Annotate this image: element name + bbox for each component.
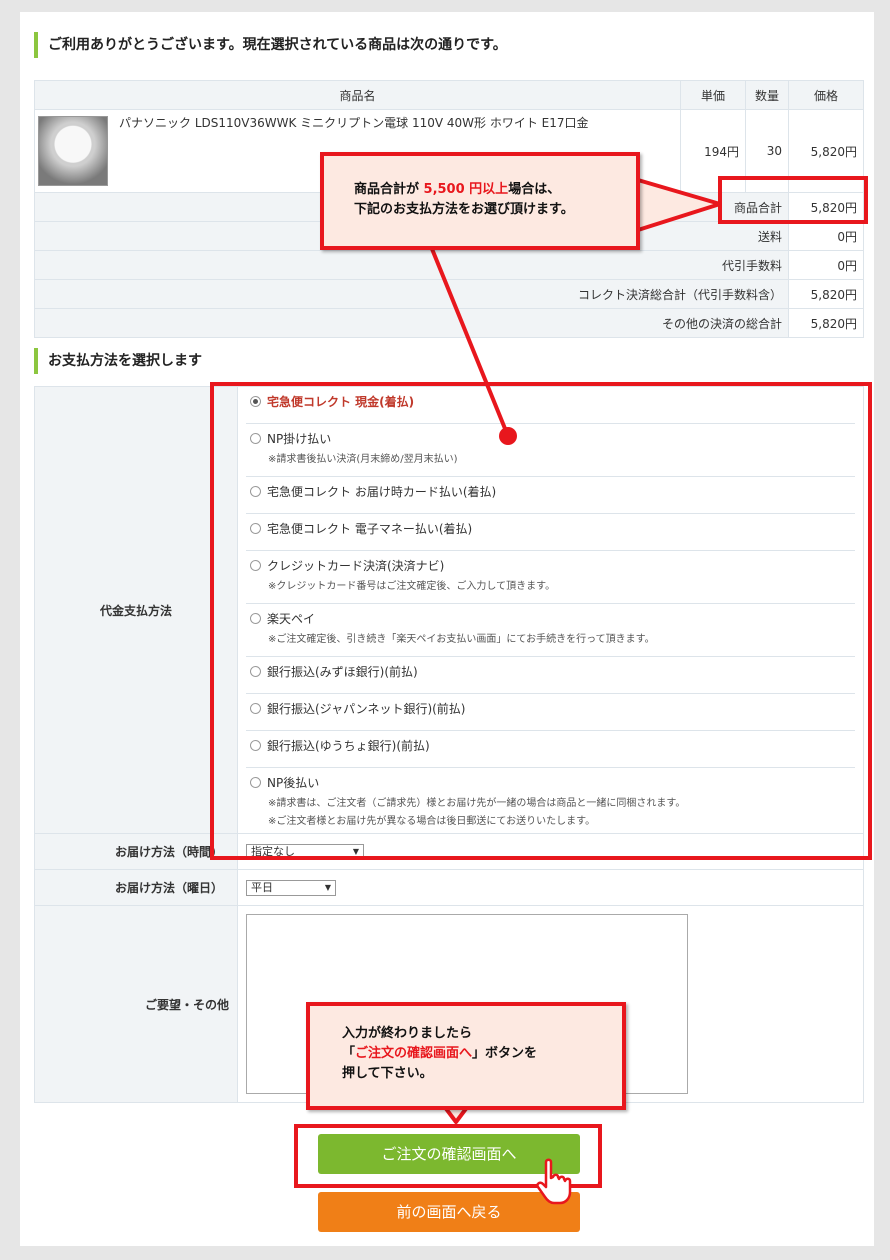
- subtotal-callout: 商品合計が 5,500 円以上場合は、 下記のお支払方法をお選び頂けます。: [320, 152, 640, 250]
- hand-cursor-icon: [536, 1158, 572, 1205]
- page: ご利用ありがとうございます。現在選択されている商品は次の通りです。 商品名 単価…: [20, 12, 874, 1246]
- confirm-callout: 入力が終わりましたら 「ご注文の確認画面へ」ボタンを 押して下さい。: [306, 1002, 626, 1110]
